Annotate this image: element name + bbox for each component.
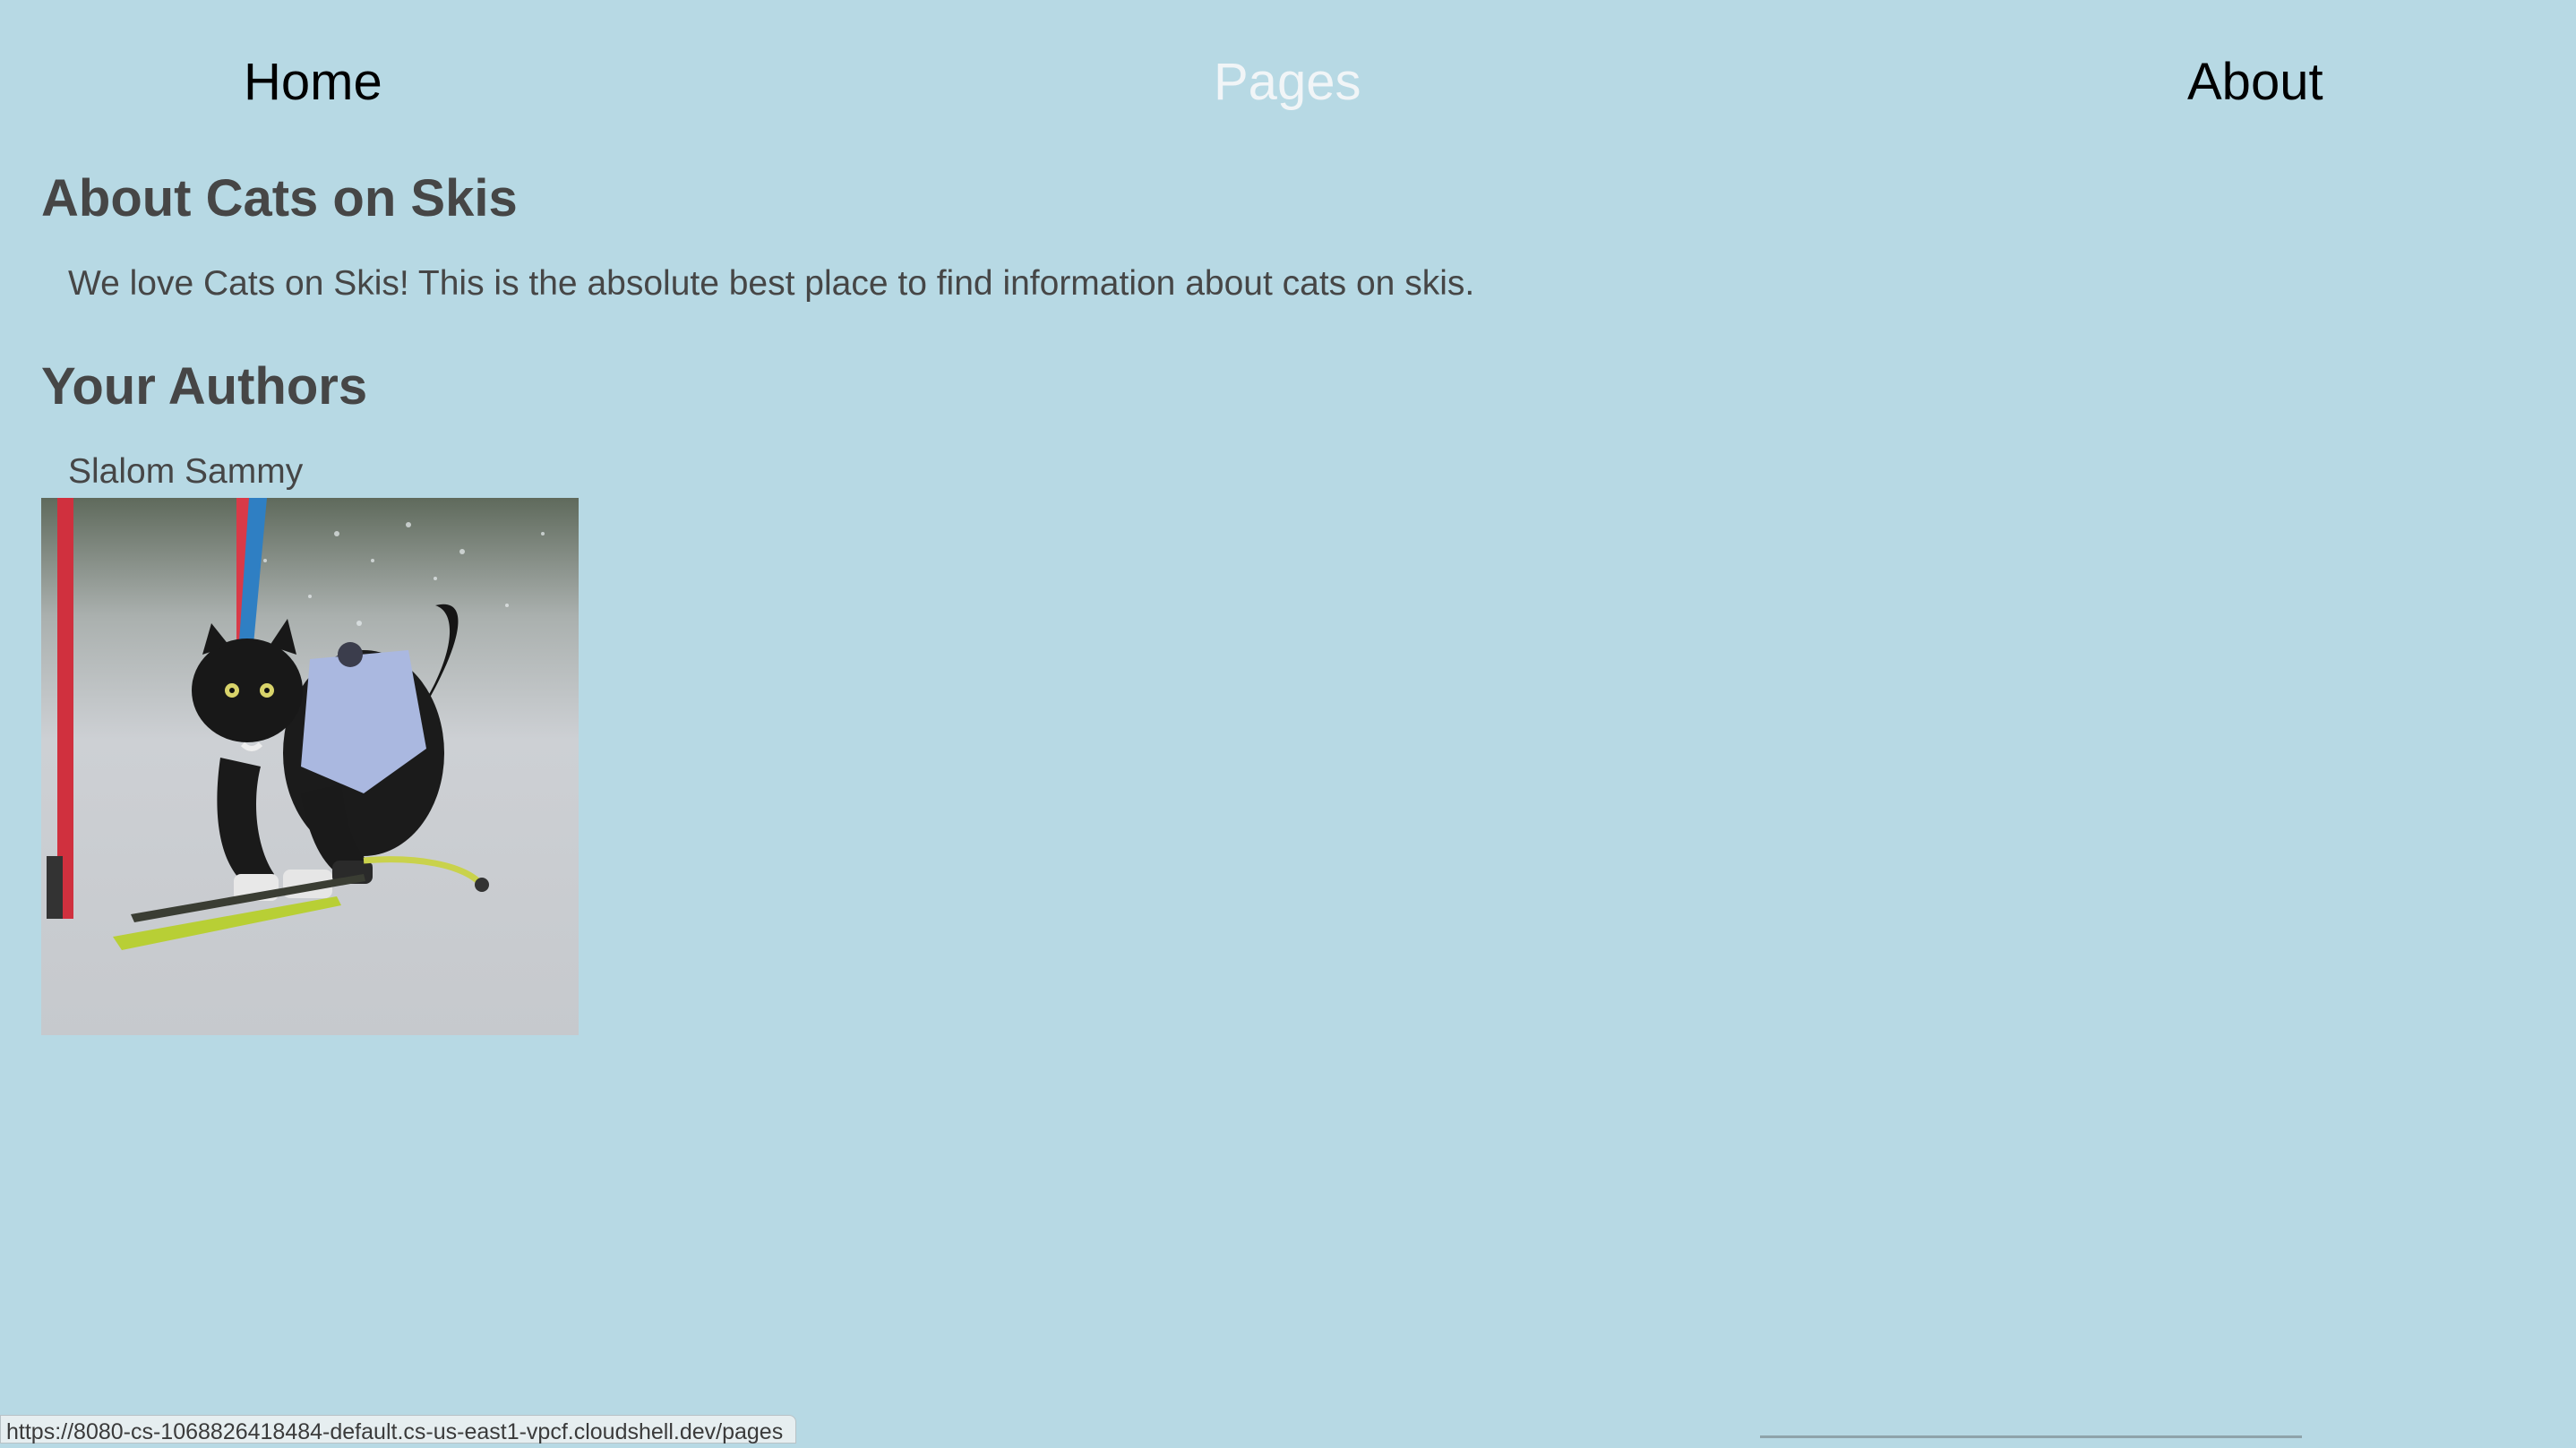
intro-text: We love Cats on Skis! This is the absolu… — [68, 264, 1475, 303]
about-heading: About Cats on Skis — [41, 169, 518, 227]
nav-link-about[interactable]: About — [2187, 48, 2323, 116]
nav-link-pages[interactable]: Pages — [1214, 48, 1361, 116]
status-bar-url: https://8080-cs-1068826418484-default.cs… — [0, 1415, 797, 1444]
nav-link-home[interactable]: Home — [244, 48, 382, 116]
author-name: Slalom Sammy — [68, 452, 304, 491]
authors-heading: Your Authors — [41, 357, 368, 416]
top-nav: Home Pages About — [0, 0, 2576, 134]
author-photo — [41, 498, 579, 1035]
